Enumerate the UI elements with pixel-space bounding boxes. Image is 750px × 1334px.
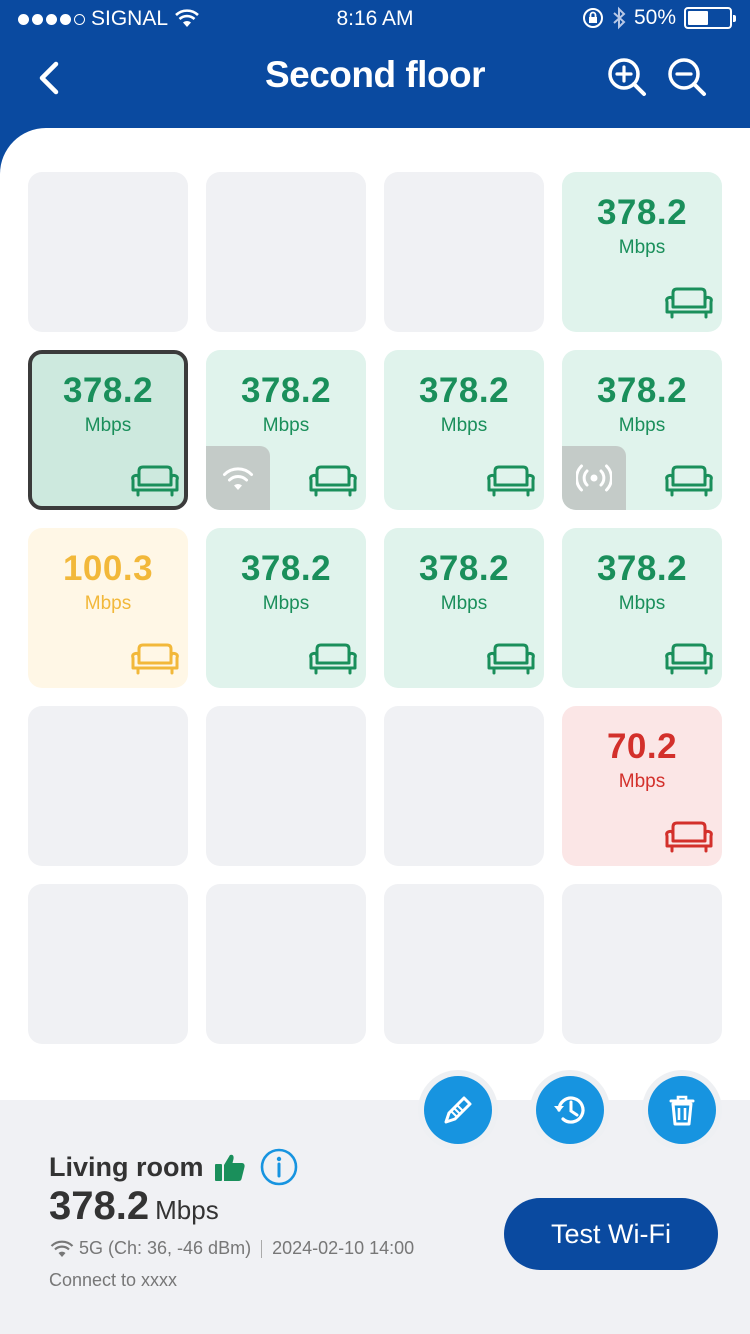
info-icon[interactable] — [260, 1148, 298, 1186]
grid-cell-measured[interactable]: 378.2 Mbps — [384, 528, 544, 688]
sofa-icon — [665, 465, 713, 497]
cell-unit: Mbps — [440, 593, 488, 614]
grid-cell-empty[interactable] — [206, 172, 366, 332]
cell-unit: Mbps — [440, 415, 488, 436]
sofa-icon — [309, 643, 357, 675]
grid-cell-measured[interactable]: 378.2 Mbps — [562, 350, 722, 510]
band-info: 5G (Ch: 36, -46 dBm) — [79, 1238, 252, 1258]
cell-unit: Mbps — [262, 415, 310, 436]
floor-grid: 378.2 Mbps 378.2 Mbps 378.2 Mbps 378.2 Mbps 378.… — [28, 172, 722, 1044]
status-right: 50% — [582, 6, 736, 30]
grid-cell-measured[interactable]: 378.2 Mbps — [562, 528, 722, 688]
room-row: Living room — [49, 1148, 298, 1186]
grid-cell-measured[interactable]: 378.2 Mbps — [206, 528, 366, 688]
history-button[interactable] — [530, 1070, 610, 1150]
cell-speed: 378.2 — [62, 371, 154, 410]
device-badge — [206, 446, 270, 510]
edit-button[interactable] — [418, 1070, 498, 1150]
sofa-icon — [487, 465, 535, 497]
cell-unit: Mbps — [618, 415, 666, 436]
cell-speed: 70.2 — [606, 727, 678, 766]
zoom-out-icon[interactable] — [666, 56, 708, 98]
pencil-icon — [444, 1096, 472, 1124]
sofa-icon — [665, 821, 713, 853]
wifi-signal-icon — [50, 1240, 74, 1257]
grid-cell-measured[interactable]: 378.2 Mbps — [206, 350, 366, 510]
cell-unit: Mbps — [84, 593, 132, 614]
grid-cell-empty[interactable] — [384, 172, 544, 332]
trash-icon — [669, 1095, 695, 1126]
cell-speed: 378.2 — [418, 549, 510, 588]
timestamp: 2024-02-10 14:00 — [272, 1238, 415, 1258]
delete-button[interactable] — [642, 1070, 722, 1150]
grid-cell-empty[interactable] — [28, 884, 188, 1044]
grid-cell-empty[interactable] — [206, 706, 366, 866]
grid-cell-measured[interactable]: 378.2 Mbps — [384, 350, 544, 510]
device-badge — [562, 446, 626, 510]
cell-speed: 378.2 — [418, 371, 510, 410]
grid-cell-measured[interactable]: 70.2 Mbps — [562, 706, 722, 866]
bluetooth-icon — [613, 6, 626, 30]
battery-percent: 50% — [633, 6, 676, 29]
cell-speed: 378.2 — [240, 549, 332, 588]
cell-speed: 100.3 — [62, 549, 154, 588]
cell-speed: 378.2 — [596, 371, 688, 410]
cell-unit: Mbps — [618, 593, 666, 614]
grid-cell-empty[interactable] — [28, 172, 188, 332]
sofa-icon — [665, 287, 713, 319]
zoom-in-icon[interactable] — [606, 56, 648, 98]
connect-status: Connect to xxxx — [49, 1270, 178, 1290]
cell-unit: Mbps — [84, 415, 132, 436]
test-wifi-button[interactable]: Test Wi-Fi — [504, 1198, 718, 1270]
sofa-icon — [131, 643, 179, 675]
cell-unit: Mbps — [618, 237, 666, 258]
sofa-icon — [487, 643, 535, 675]
cell-speed: 378.2 — [596, 549, 688, 588]
speed-value: 378.2 — [49, 1184, 150, 1228]
cell-speed: 378.2 — [596, 193, 688, 232]
cell-unit: Mbps — [262, 593, 310, 614]
grid-cell-empty[interactable] — [28, 706, 188, 866]
divider — [261, 1239, 263, 1258]
grid-cell-empty[interactable] — [384, 706, 544, 866]
grid-cell-empty[interactable] — [206, 884, 366, 1044]
sofa-icon — [665, 643, 713, 675]
cell-speed: 378.2 — [240, 371, 332, 410]
broadcast-node-icon — [576, 464, 612, 492]
room-name: Living room — [49, 1151, 204, 1182]
grid-cell-measured[interactable]: 378.2 Mbps — [562, 172, 722, 332]
thumbs-up-icon — [214, 1154, 245, 1181]
nav-bar: Second floor — [0, 40, 750, 128]
grid-cell-measured[interactable]: 100.3 Mbps — [28, 528, 188, 688]
speed-unit: Mbps — [155, 1195, 219, 1225]
status-bar: SIGNAL 8:16 AM 50% — [0, 0, 750, 40]
grid-cell-measured[interactable]: 378.2 Mbps — [28, 350, 188, 510]
cell-unit: Mbps — [618, 771, 666, 792]
sofa-icon — [131, 465, 179, 497]
rotation-lock-icon — [582, 8, 603, 28]
grid-cell-empty[interactable] — [384, 884, 544, 1044]
wifi-router-icon — [223, 467, 253, 490]
speed-readout: 378.2 Mbps — [49, 1184, 219, 1229]
sofa-icon — [309, 465, 357, 497]
grid-cell-empty[interactable] — [562, 884, 722, 1044]
battery-icon — [684, 7, 736, 29]
connection-meta: 5G (Ch: 36, -46 dBm) 2024-02-10 14:00 — [49, 1238, 414, 1259]
history-icon — [554, 1096, 585, 1124]
